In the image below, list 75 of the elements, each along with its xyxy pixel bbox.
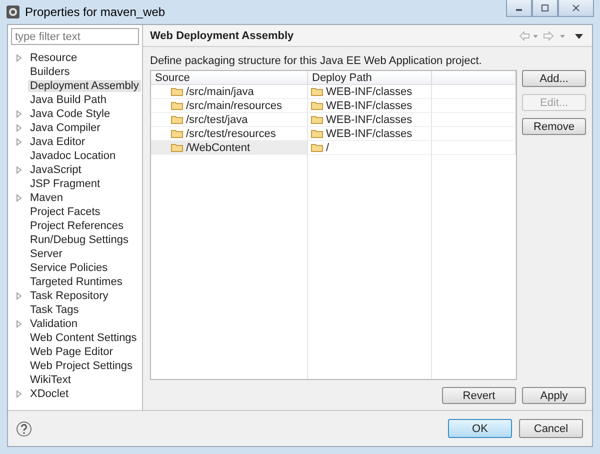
- source-path: /src/main/resources: [186, 100, 282, 112]
- nav-item[interactable]: Java Code Style: [28, 108, 112, 120]
- nav-item[interactable]: JavaScript: [28, 164, 84, 176]
- navigation-arrows-icon[interactable]: [519, 30, 585, 40]
- nav-item[interactable]: Web Page Editor: [28, 346, 115, 358]
- column-header[interactable]: Deploy Path: [308, 71, 432, 85]
- nav-item[interactable]: WikiText: [28, 374, 73, 386]
- column-header[interactable]: Source: [151, 71, 308, 85]
- nav-item[interactable]: Project References: [28, 220, 126, 232]
- page-button[interactable]: Revert: [442, 387, 516, 404]
- window-title: Properties for maven_web: [25, 5, 166, 19]
- nav-item[interactable]: Validation: [28, 318, 80, 330]
- nav-item[interactable]: Java Build Path: [28, 94, 108, 106]
- folder-icon: [171, 115, 183, 124]
- page-button[interactable]: Apply: [522, 387, 586, 404]
- nav-item[interactable]: Task Tags: [28, 304, 81, 316]
- expand-arrow-icon[interactable]: [16, 54, 22, 62]
- expand-arrow-icon[interactable]: [16, 194, 22, 202]
- nav-item[interactable]: Resource: [28, 52, 80, 64]
- help-icon[interactable]: [16, 420, 32, 436]
- close-icon: [572, 4, 580, 12]
- deploy-path: WEB-INF/classes: [326, 128, 412, 140]
- maximize-icon: [541, 4, 549, 12]
- folder-icon: [311, 143, 323, 152]
- nav-item[interactable]: Project Facets: [28, 206, 102, 218]
- nav-item[interactable]: Java Compiler: [28, 122, 102, 134]
- folder-icon: [311, 115, 323, 124]
- folder-icon: [171, 101, 183, 110]
- nav-item[interactable]: Task Repository: [28, 290, 110, 302]
- minimize-button[interactable]: [506, 0, 532, 17]
- deploy-path: WEB-INF/classes: [326, 100, 412, 112]
- filter-field[interactable]: type filter text: [11, 28, 139, 45]
- dialog-button[interactable]: OK: [448, 419, 512, 438]
- nav-item[interactable]: Web Project Settings: [28, 360, 135, 372]
- expand-arrow-icon[interactable]: [16, 292, 22, 300]
- close-button[interactable]: [558, 0, 594, 17]
- source-path: /WebContent: [186, 142, 250, 154]
- description-text: Define packaging structure for this Java EE Web Application project.: [150, 55, 483, 67]
- nav-item[interactable]: Targeted Runtimes: [28, 276, 124, 288]
- expand-arrow-icon[interactable]: [16, 166, 22, 174]
- dialog-button[interactable]: Cancel: [519, 419, 583, 438]
- expand-arrow-icon[interactable]: [16, 138, 22, 146]
- app-icon: [6, 5, 20, 19]
- folder-icon: [171, 129, 183, 138]
- nav-item[interactable]: Javadoc Location: [28, 150, 118, 162]
- folder-icon: [311, 129, 323, 138]
- nav-item[interactable]: Builders: [28, 66, 72, 78]
- column-header[interactable]: [432, 71, 516, 85]
- nav-item[interactable]: XDoclet: [28, 388, 71, 400]
- maximize-button[interactable]: [532, 0, 558, 17]
- table-action-button[interactable]: Add...: [522, 70, 586, 87]
- deploy-path: WEB-INF/classes: [326, 114, 412, 126]
- folder-icon: [171, 143, 183, 152]
- folder-icon: [311, 101, 323, 110]
- nav-item[interactable]: Deployment Assembly: [28, 80, 141, 92]
- nav-item[interactable]: Server: [28, 248, 64, 260]
- nav-item[interactable]: Run/Debug Settings: [28, 234, 130, 246]
- deploy-path: /: [326, 142, 330, 154]
- folder-icon: [311, 87, 323, 96]
- nav-item[interactable]: Java Editor: [28, 136, 88, 148]
- source-path: /src/test/java: [186, 114, 248, 126]
- expand-arrow-icon[interactable]: [16, 320, 22, 328]
- nav-item[interactable]: Web Content Settings: [28, 332, 139, 344]
- nav-item[interactable]: Service Policies: [28, 262, 110, 274]
- expand-arrow-icon[interactable]: [16, 110, 22, 118]
- table-action-button[interactable]: Remove: [522, 118, 586, 135]
- source-path: /src/main/java: [186, 86, 254, 98]
- nav-item[interactable]: Maven: [28, 192, 66, 204]
- page-title: Web Deployment Assembly: [150, 30, 294, 42]
- nav-item[interactable]: JSP Fragment: [28, 178, 102, 190]
- source-path: /src/test/resources: [186, 128, 276, 140]
- folder-icon: [171, 87, 183, 96]
- expand-arrow-icon[interactable]: [16, 390, 22, 398]
- deploy-path: WEB-INF/classes: [326, 86, 412, 98]
- expand-arrow-icon[interactable]: [16, 124, 22, 132]
